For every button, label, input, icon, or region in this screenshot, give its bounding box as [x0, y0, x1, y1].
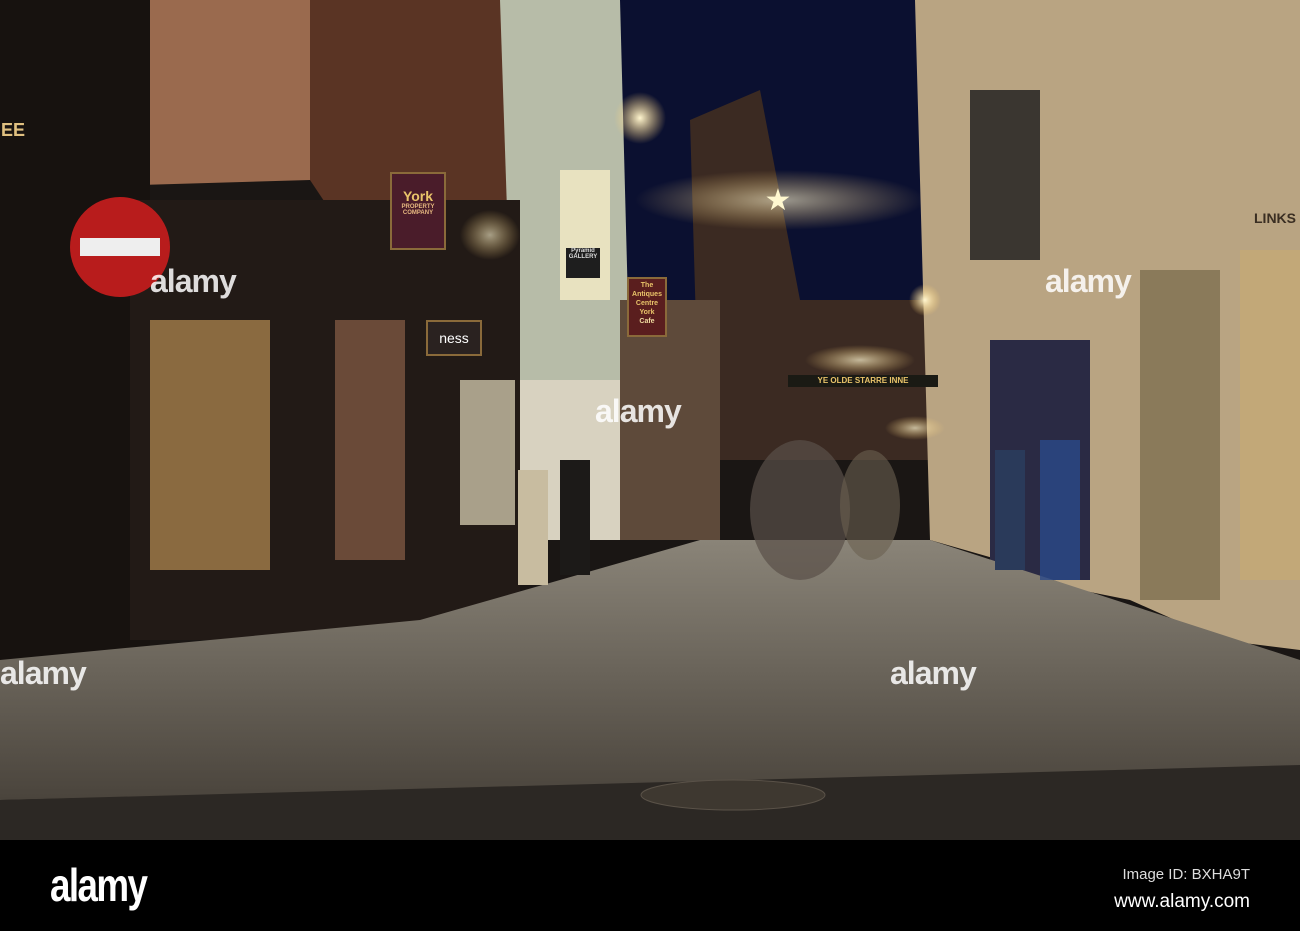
sign-ness: ness [426, 320, 482, 356]
svg-text:★: ★ [765, 184, 792, 217]
sign-antiques-centre: The Antiques Centre York Cafe [627, 277, 667, 337]
sign-links: LINKS [1254, 210, 1296, 226]
pedestrians [750, 440, 850, 580]
watermark: alamy [890, 655, 977, 691]
sign-pyramid-gallery: Pyramid GALLERY [566, 248, 600, 278]
site-url: www.alamy.com [1114, 891, 1250, 912]
sign-starre-inne: YE OLDE STARRE INNE [788, 375, 938, 387]
image-id: Image ID: BXHA9T [1122, 866, 1250, 883]
footer-bar: alamy Image ID: BXHA9T www.alamy.com [0, 840, 1300, 931]
sign-left-shop: EE [0, 120, 25, 140]
stock-photo: ★ York PROPERTY COMPANY ness The Antique… [0, 0, 1300, 931]
watermark: alamy [0, 655, 87, 691]
manhole-cover [640, 779, 826, 811]
sign-text: The Antiques Centre York [632, 282, 662, 316]
sign-text: York [402, 188, 434, 204]
alamy-logo: alamy [50, 859, 148, 911]
sign-york-property: York PROPERTY COMPANY [390, 172, 446, 250]
shop-window [150, 320, 270, 570]
watermark: alamy [595, 393, 682, 429]
sign-text: PROPERTY COMPANY [401, 204, 435, 216]
sign-cafe-text: Cafe [639, 318, 655, 325]
watermark: alamy [1045, 263, 1132, 299]
left-shopfront [0, 0, 150, 660]
watermark: alamy [150, 263, 237, 299]
